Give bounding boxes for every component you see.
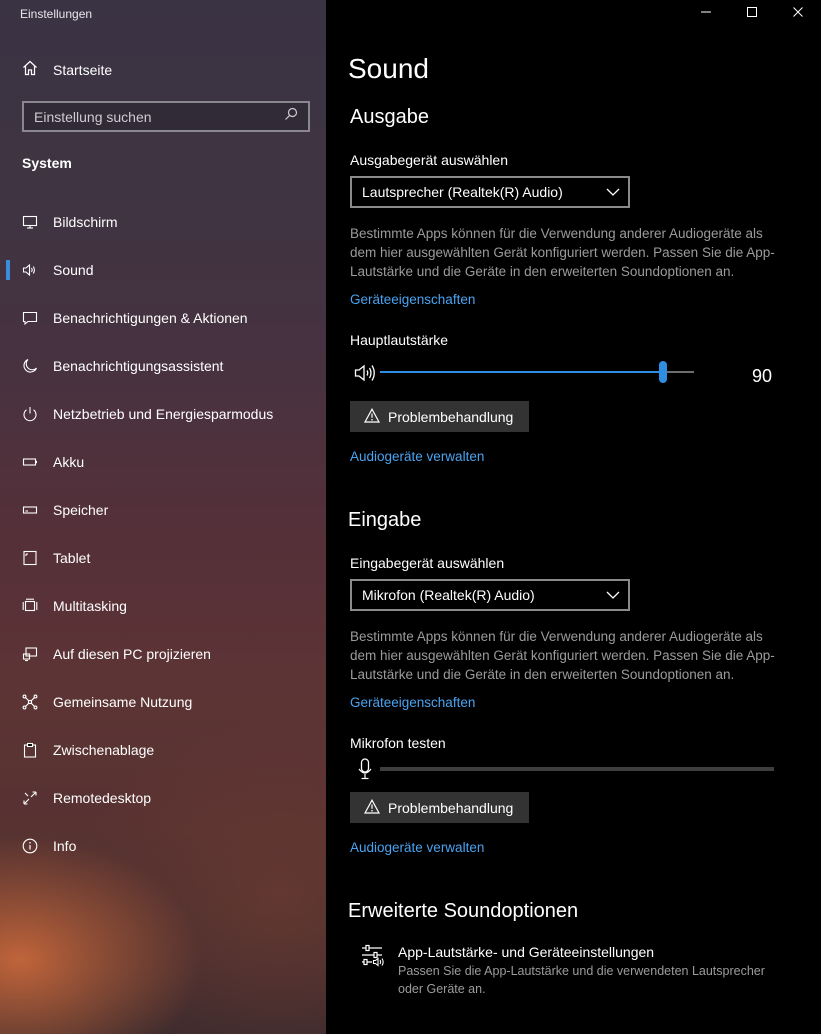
sidebar-item-benachrichtigungen[interactable]: Benachrichtigungen & Aktionen (0, 294, 326, 342)
clipboard-icon (21, 741, 39, 759)
output-properties-link[interactable]: Geräteeigenschaften (350, 292, 475, 307)
sidebar-item-remotedesktop[interactable]: Remotedesktop (0, 774, 326, 822)
sidebar-item-projizieren[interactable]: Auf diesen PC projizieren (0, 630, 326, 678)
volume-slider-thumb[interactable] (658, 361, 667, 383)
output-description: Bestimmte Apps können für die Verwendung… (350, 226, 775, 279)
speaker-icon (21, 261, 39, 279)
volume-slider[interactable] (350, 360, 700, 386)
battery-icon (21, 453, 39, 471)
sidebar: Einstellungen Startseite System Bildschi… (0, 0, 326, 1034)
chevron-down-icon (606, 184, 620, 200)
sidebar-item-label: Gemeinsame Nutzung (53, 694, 193, 710)
sidebar-item-label: Auf diesen PC projizieren (53, 646, 211, 662)
sidebar-item-info[interactable]: Info (0, 822, 326, 870)
sidebar-home-label: Startseite (53, 62, 113, 78)
volume-slider-fill (380, 371, 663, 373)
sidebar-item-gemeinsame-nutzung[interactable]: Gemeinsame Nutzung (0, 678, 326, 726)
microphone-icon (358, 758, 372, 785)
input-troubleshoot-button[interactable]: Problembehandlung (350, 792, 529, 823)
close-button[interactable] (775, 0, 821, 28)
home-icon (22, 60, 38, 81)
mic-level-track (380, 767, 774, 771)
input-device-dropdown[interactable]: Mikrofon (Realtek(R) Audio) (350, 579, 630, 611)
speaker-icon[interactable] (354, 363, 376, 388)
input-device-value: Mikrofon (Realtek(R) Audio) (362, 587, 535, 603)
storage-icon (21, 501, 39, 519)
sidebar-item-label: Tablet (53, 550, 91, 566)
sidebar-home[interactable]: Startseite (22, 58, 112, 82)
search-box[interactable] (22, 101, 310, 132)
power-icon (21, 405, 39, 423)
volume-label: Hauptlautstärke (350, 332, 449, 348)
multitasking-icon (21, 597, 39, 615)
app-volume-settings-link[interactable]: App-Lautstärke- und Geräteeinstellungen … (360, 942, 800, 998)
sidebar-section-heading: System (22, 155, 72, 171)
moon-icon (21, 357, 39, 375)
minimize-button[interactable] (683, 0, 729, 28)
sidebar-item-label: Bildschirm (53, 214, 118, 230)
maximize-icon (746, 5, 758, 23)
sidebar-item-bildschirm[interactable]: Bildschirm (0, 198, 326, 246)
page-title: Sound (348, 53, 429, 84)
project-icon (21, 645, 39, 663)
output-device-dropdown[interactable]: Lautsprecher (Realtek(R) Audio) (350, 176, 630, 208)
warning-icon (363, 407, 381, 426)
sidebar-item-akku[interactable]: Akku (0, 438, 326, 486)
app-volume-settings-desc: Passen Sie die App-Lautstärke und die ve… (398, 964, 765, 996)
input-description: Bestimmte Apps können für die Verwendung… (350, 629, 775, 682)
input-heading: Eingabe (348, 509, 422, 531)
input-properties-link[interactable]: Geräteeigenschaften (350, 695, 475, 710)
volume-slider-track[interactable] (380, 371, 694, 373)
monitor-icon (21, 213, 39, 231)
sidebar-item-tablet[interactable]: Tablet (0, 534, 326, 582)
maximize-button[interactable] (729, 0, 775, 28)
output-heading: Ausgabe (350, 106, 429, 128)
sidebar-item-label: Zwischenablage (53, 742, 155, 758)
volume-value: 90 (752, 366, 773, 386)
sidebar-item-label: Speicher (53, 502, 109, 518)
window-title: Einstellungen (20, 7, 93, 21)
output-device-value: Lautsprecher (Realtek(R) Audio) (362, 184, 563, 200)
close-icon (792, 5, 804, 23)
sidebar-item-label: Remotedesktop (53, 790, 152, 806)
output-manage-link[interactable]: Audiogeräte verwalten (350, 449, 484, 464)
sidebar-item-netzbetrieb[interactable]: Netzbetrieb und Energiesparmodus (0, 390, 326, 438)
output-troubleshoot-button[interactable]: Problembehandlung (350, 401, 529, 432)
sidebar-item-sound[interactable]: Sound (0, 246, 326, 294)
input-manage-link[interactable]: Audiogeräte verwalten (350, 840, 484, 855)
app-volume-settings-title: App-Lautstärke- und Geräteeinstellungen (398, 944, 655, 960)
search-icon[interactable] (284, 107, 298, 126)
sidebar-item-label: Benachrichtigungsassistent (53, 358, 224, 374)
mixer-icon (360, 944, 386, 998)
input-device-label: Eingabegerät auswählen (350, 555, 505, 571)
output-device-label: Ausgabegerät auswählen (350, 152, 509, 168)
info-icon (21, 837, 39, 855)
sidebar-nav: Bildschirm Sound Benachrichtigungen & Ak… (0, 198, 326, 870)
sidebar-item-label: Netzbetrieb und Energiesparmodus (53, 406, 274, 422)
mic-test-label: Mikrofon testen (350, 735, 446, 751)
search-input[interactable] (34, 108, 274, 125)
sidebar-item-multitasking[interactable]: Multitasking (0, 582, 326, 630)
sidebar-item-zwischenablage[interactable]: Zwischenablage (0, 726, 326, 774)
main-content: Sound Ausgabe Ausgabegerät auswählen Lau… (326, 0, 821, 1034)
sidebar-item-benachrichtigungsassistent[interactable]: Benachrichtigungsassistent (0, 342, 326, 390)
remote-icon (21, 789, 39, 807)
sidebar-item-label: Info (53, 838, 77, 854)
sidebar-item-label: Multitasking (53, 598, 127, 614)
input-troubleshoot-label: Problembehandlung (388, 799, 514, 816)
sidebar-item-speicher[interactable]: Speicher (0, 486, 326, 534)
notification-icon (21, 309, 39, 327)
warning-icon (363, 798, 381, 817)
output-troubleshoot-label: Problembehandlung (388, 408, 514, 425)
share-icon (21, 693, 39, 711)
tablet-icon (21, 549, 39, 567)
advanced-heading: Erweiterte Soundoptionen (348, 900, 579, 922)
sidebar-item-label: Sound (53, 262, 94, 278)
mic-level-meter (350, 758, 780, 780)
sidebar-item-label: Benachrichtigungen & Aktionen (53, 310, 248, 326)
window-controls (683, 0, 821, 28)
minimize-icon (700, 5, 712, 23)
chevron-down-icon (606, 587, 620, 603)
sidebar-item-label: Akku (53, 454, 85, 470)
